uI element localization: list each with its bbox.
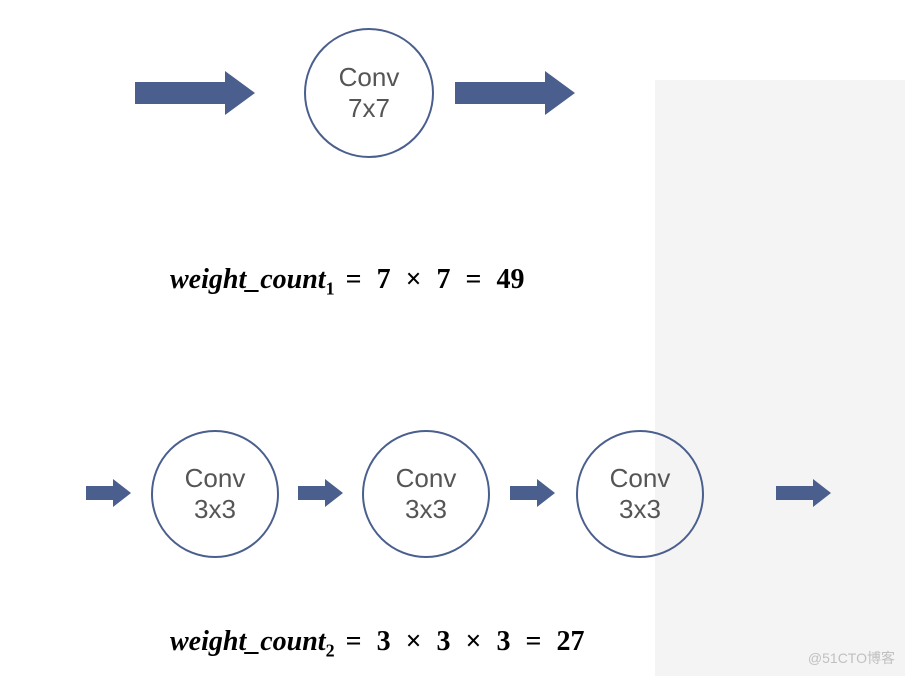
formula2-result: 27 <box>556 626 584 657</box>
node-label-size: 3x3 <box>194 494 236 525</box>
formula1-lhs: weight_count <box>170 264 326 295</box>
formula1-result: 49 <box>497 264 525 295</box>
formula1-a: 7 <box>377 264 391 295</box>
top-arrow-out <box>455 82 575 104</box>
formula2-sub: 2 <box>326 641 335 661</box>
formula2-a: 3 <box>377 626 391 657</box>
formula2-times1: × <box>406 626 422 657</box>
formula1-eq2: = <box>466 264 482 295</box>
formula1-eq1: = <box>346 264 362 295</box>
formula-1: weight_count1 = 7 × 7 = 49 <box>170 264 529 300</box>
bottom-arrow-4 <box>776 486 831 500</box>
node-label-conv: Conv <box>185 463 246 494</box>
formula2-eq2: = <box>526 626 542 657</box>
bottom-arrow-1 <box>86 486 131 500</box>
formula2-b: 3 <box>437 626 451 657</box>
bottom-arrow-3 <box>510 486 555 500</box>
formula1-times1: × <box>406 264 422 295</box>
node-label-size: 7x7 <box>348 93 390 124</box>
node-label-size: 3x3 <box>619 494 661 525</box>
formula2-eq1: = <box>346 626 362 657</box>
top-conv-node: Conv 7x7 <box>304 28 434 158</box>
formula2-c: 3 <box>497 626 511 657</box>
top-arrow-in <box>135 82 255 104</box>
formula1-sub: 1 <box>326 279 335 299</box>
node-label-conv: Conv <box>610 463 671 494</box>
bottom-conv-node-1: Conv 3x3 <box>151 430 279 558</box>
bottom-arrow-2 <box>298 486 343 500</box>
formula-2: weight_count2 = 3 × 3 × 3 = 27 <box>170 626 588 662</box>
node-label-conv: Conv <box>339 62 400 93</box>
bottom-conv-node-2: Conv 3x3 <box>362 430 490 558</box>
node-label-size: 3x3 <box>405 494 447 525</box>
bottom-conv-node-3: Conv 3x3 <box>576 430 704 558</box>
formula2-lhs: weight_count <box>170 626 326 657</box>
formula2-times2: × <box>466 626 482 657</box>
background-gray-panel <box>655 80 905 676</box>
node-label-conv: Conv <box>396 463 457 494</box>
formula1-b: 7 <box>437 264 451 295</box>
watermark: @51CTO博客 <box>808 648 895 668</box>
